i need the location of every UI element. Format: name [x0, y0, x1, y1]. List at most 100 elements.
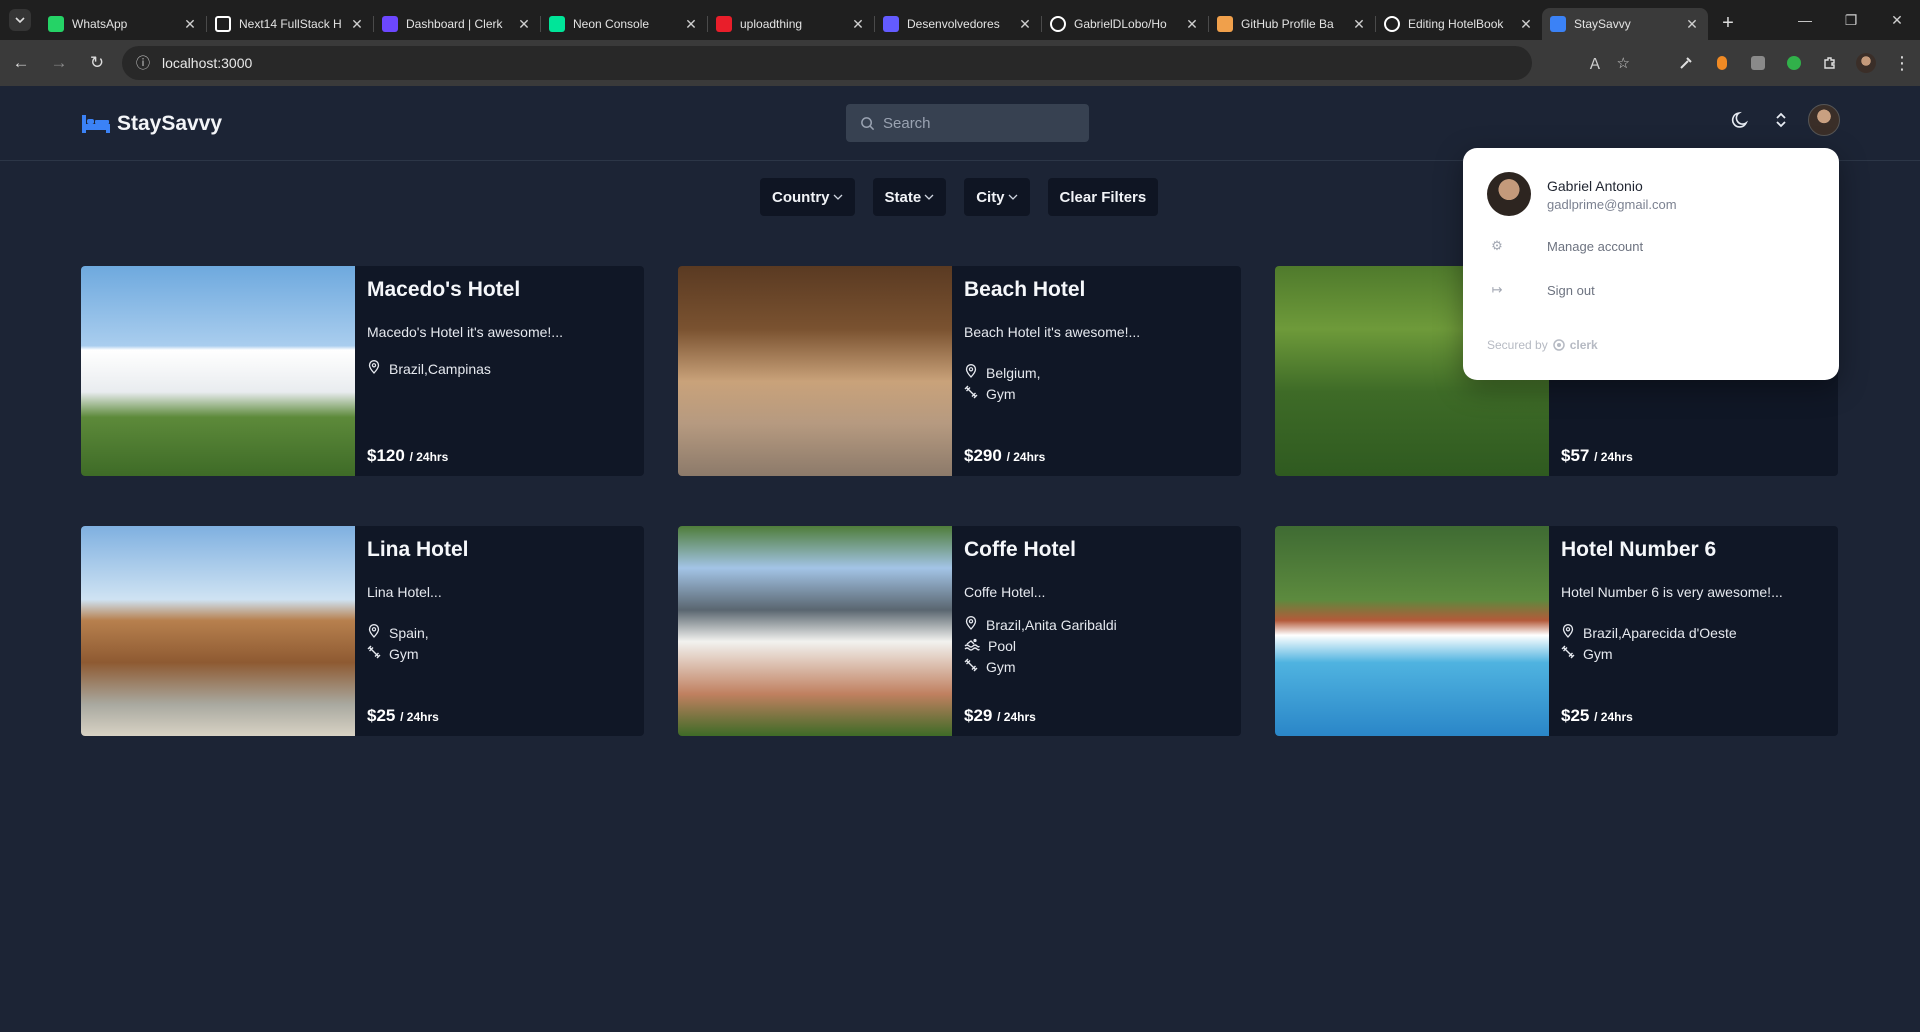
reload-button[interactable]: ↻ [80, 46, 114, 80]
close-window-button[interactable]: ✕ [1874, 0, 1920, 40]
search-input[interactable] [883, 114, 1073, 132]
stripe-icon [883, 16, 899, 32]
dumbbell-icon [964, 658, 978, 675]
tab-9[interactable]: StaySavvy ✕ [1542, 8, 1708, 40]
theme-toggle-button[interactable] [1728, 107, 1754, 133]
hotel-name: Coffe Hotel [964, 538, 1076, 561]
tab-1[interactable]: Next14 FullStack H ✕ [207, 8, 373, 40]
bed-icon [1550, 16, 1566, 32]
tab-7[interactable]: GitHub Profile Ba ✕ [1209, 8, 1375, 40]
tab-title: GitHub Profile Ba [1241, 17, 1334, 31]
address-bar[interactable]: ⓘ localhost:3000 [122, 46, 1532, 80]
restore-button[interactable]: ❐ [1828, 0, 1874, 40]
hotel-card[interactable]: Hotel Number 6 Hotel Number 6 is very awe… [1275, 526, 1838, 736]
hotel-card-body: Hotel Number 6 Hotel Number 6 is very awe… [1549, 526, 1838, 736]
tab-title: StaySavvy [1574, 17, 1631, 31]
grey-extension-icon[interactable] [1740, 40, 1776, 86]
tab-5[interactable]: Desenvolvedores ✕ [875, 8, 1041, 40]
translate-icon[interactable]: Ａ [1588, 53, 1603, 74]
forward-button[interactable]: → [42, 46, 76, 80]
hotel-meta: Brazil,Aparecida d'Oeste Gym [1561, 624, 1826, 662]
chevron-down-icon [1008, 194, 1017, 200]
tab-2[interactable]: Dashboard | Clerk ✕ [374, 8, 540, 40]
amenity-label: Gym [389, 645, 419, 662]
hotel-location-text: Spain, [389, 624, 429, 641]
bookmark-star-icon[interactable]: ☆ [1617, 54, 1630, 72]
state-filter[interactable]: State [872, 178, 947, 216]
search-box[interactable] [846, 104, 1089, 142]
hotel-price: $290 / 24hrs [964, 446, 1045, 466]
hotel-location: Brazil,Campinas [367, 360, 632, 377]
menu-kebab-icon[interactable]: ⋮ [1884, 40, 1920, 86]
hotel-description: Macedo's Hotel it's awesome!... [367, 324, 563, 340]
tab-3[interactable]: Neon Console ✕ [541, 8, 707, 40]
country-filter[interactable]: Country [760, 178, 855, 216]
github-icon [1050, 16, 1066, 32]
close-tab-icon[interactable]: ✕ [1017, 16, 1033, 32]
manage-account-button[interactable]: ⚙ Manage account [1487, 238, 1643, 254]
close-tab-icon[interactable]: ✕ [182, 16, 198, 32]
back-button[interactable]: ← [4, 46, 38, 80]
hotel-amenity: Pool [964, 637, 1229, 654]
price-period: / 24hrs [1006, 450, 1046, 464]
city-filter[interactable]: City [964, 178, 1030, 216]
hotel-description: Hotel Number 6 is very awesome!... [1561, 584, 1783, 600]
green-extension-icon[interactable] [1776, 40, 1812, 86]
hotel-meta: Belgium, Gym [964, 364, 1229, 402]
eyedropper-extension-icon[interactable] [1668, 40, 1704, 86]
sign-out-button[interactable]: ↦ Sign out [1487, 282, 1595, 298]
hotel-price: $120 / 24hrs [367, 446, 448, 466]
close-tab-icon[interactable]: ✕ [1184, 16, 1200, 32]
tab-0[interactable]: WhatsApp ✕ [40, 8, 206, 40]
profile-avatar-icon[interactable] [1848, 40, 1884, 86]
hotel-location-text: Belgium, [986, 364, 1041, 381]
tab-6[interactable]: GabrielDLobo/Ho ✕ [1042, 8, 1208, 40]
close-tab-icon[interactable]: ✕ [850, 16, 866, 32]
hotel-description: Coffe Hotel... [964, 584, 1046, 600]
amenity-label: Gym [986, 385, 1016, 402]
puzzle-extensions-icon[interactable] [1812, 40, 1848, 86]
map-pin-icon [964, 616, 978, 633]
minimize-button[interactable]: — [1782, 0, 1828, 40]
hotel-card-body: Beach Hotel Beach Hotel it's awesome!... B… [952, 266, 1241, 476]
close-tab-icon[interactable]: ✕ [1518, 16, 1534, 32]
popover-avatar [1487, 172, 1531, 216]
tab-search-button[interactable] [0, 0, 40, 40]
hotel-meta: Spain, Gym [367, 624, 632, 662]
close-tab-icon[interactable]: ✕ [516, 16, 532, 32]
user-menu-popover: Gabriel Antonio gadlprime@gmail.com ⚙ Ma… [1463, 148, 1839, 380]
orange-extension-icon[interactable] [1704, 40, 1740, 86]
chevron-down-icon [15, 17, 25, 24]
close-tab-icon[interactable]: ✕ [349, 16, 365, 32]
close-tab-icon[interactable]: ✕ [683, 16, 699, 32]
map-pin-icon [1561, 624, 1575, 641]
whatsapp-icon [48, 16, 64, 32]
site-info-icon[interactable]: ⓘ [136, 53, 150, 73]
hotel-description: Beach Hotel it's awesome!... [964, 324, 1141, 340]
user-avatar-button[interactable] [1808, 104, 1840, 136]
amenity-label: Gym [1583, 645, 1613, 662]
hotel-card-body: Coffe Hotel Coffe Hotel... Brazil,Anita Ga… [952, 526, 1241, 736]
hotel-card[interactable]: Beach Hotel Beach Hotel it's awesome!... B… [678, 266, 1241, 476]
price-period: / 24hrs [1594, 710, 1633, 724]
hotel-card[interactable]: Coffe Hotel Coffe Hotel... Brazil,Anita Ga… [678, 526, 1241, 736]
hotel-card-body: Macedo's Hotel Macedo's Hotel it's awesom… [355, 266, 644, 476]
browser-toolbar: ← → ↻ ⓘ localhost:3000 Ａ ☆ ⋮ [0, 40, 1920, 86]
nav-menu-button[interactable] [1768, 107, 1794, 133]
hotel-card[interactable]: Lina Hotel Lina Hotel... Spain, Gym $25 / 24… [81, 526, 644, 736]
hotel-name: Lina Hotel [367, 538, 469, 561]
hotel-location-text: Brazil,Campinas [389, 360, 491, 377]
brand-logo[interactable]: StaySavvy [81, 112, 222, 136]
tab-8[interactable]: Editing HotelBook ✕ [1376, 8, 1542, 40]
hotel-price: $57 / 24hrs [1561, 446, 1633, 466]
new-tab-button[interactable]: + [1714, 9, 1742, 37]
hotel-card[interactable]: Macedo's Hotel Macedo's Hotel it's awesom… [81, 266, 644, 476]
hotel-location: Brazil,Aparecida d'Oeste [1561, 624, 1826, 641]
close-tab-icon[interactable]: ✕ [1351, 16, 1367, 32]
close-tab-icon[interactable]: ✕ [1684, 16, 1700, 32]
tab-title: GabrielDLobo/Ho [1074, 17, 1167, 31]
search-icon [861, 116, 875, 130]
neon-icon [549, 16, 565, 32]
tab-4[interactable]: uploadthing ✕ [708, 8, 874, 40]
clear-filters-button[interactable]: Clear Filters [1047, 178, 1159, 216]
